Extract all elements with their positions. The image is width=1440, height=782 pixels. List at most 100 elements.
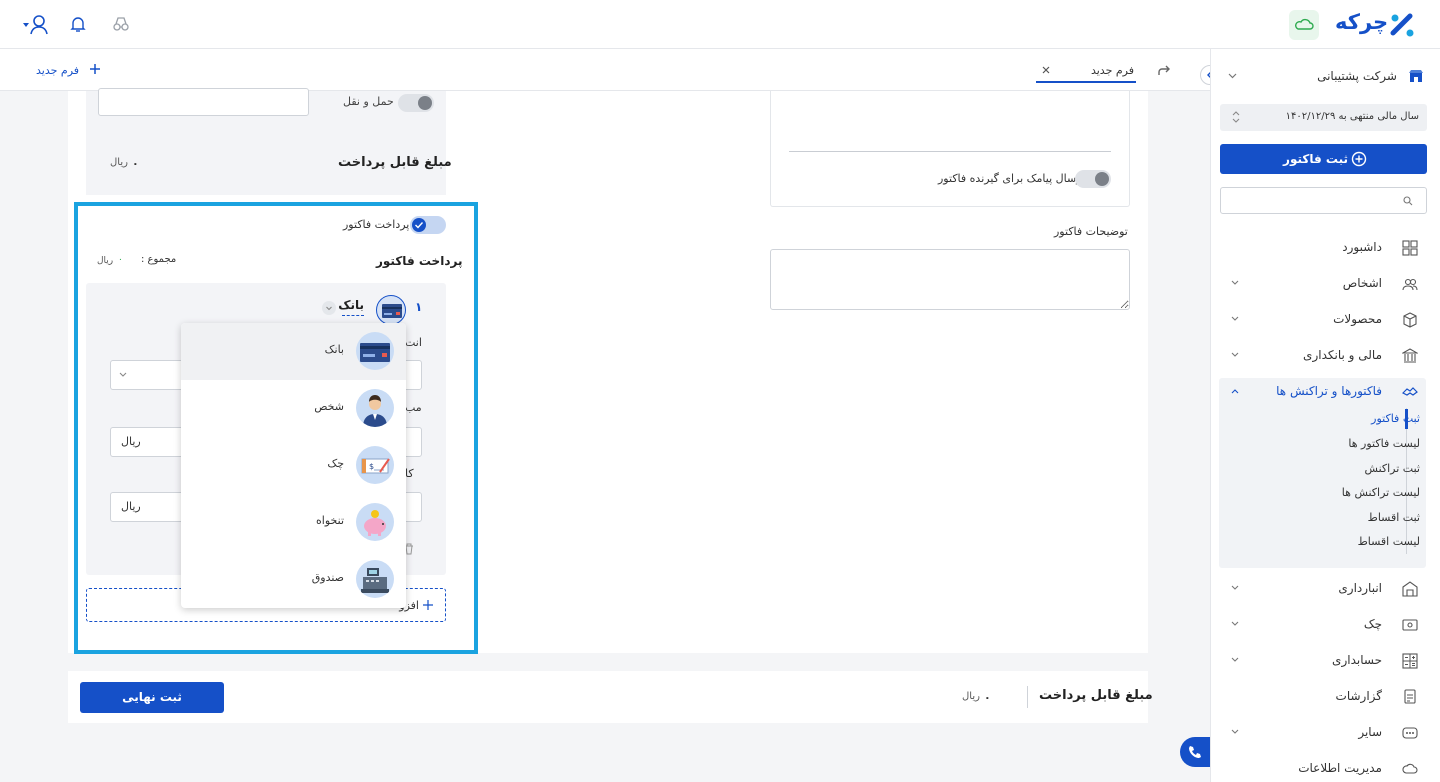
bottom-payable-label: مبلغ قابل پرداخت: [1039, 688, 1153, 703]
chevron-down-icon: [1231, 729, 1239, 737]
chevron-down-icon: [119, 372, 127, 378]
user-icon[interactable]: [22, 14, 50, 36]
field-label-fragment: مب: [405, 401, 422, 414]
sidebar-item-dashboard[interactable]: داشبورد: [1219, 232, 1426, 264]
fiscal-year: سال مالی منتهی به ۱۴۰۲/۱۲/۲۹: [1285, 111, 1419, 122]
dropdown-option-person[interactable]: شخص: [181, 380, 406, 437]
submenu-installment-list[interactable]: لیست اقساط: [1330, 535, 1420, 548]
tab-bar: فرم جدید فرم جدید: [0, 49, 1220, 91]
sidebar-item-data-management[interactable]: مدیریت اطلاعات: [1219, 753, 1426, 782]
option-label: چک: [327, 457, 344, 470]
box-icon: [1402, 312, 1418, 328]
total-currency: ریال: [97, 256, 114, 266]
amount-currency: ریال: [121, 435, 141, 448]
sidebar-item-invoices[interactable]: فاکتورها و تراکنش ها: [1219, 376, 1426, 408]
people-icon: [1402, 276, 1418, 292]
chevron-down-icon: [1231, 621, 1239, 629]
fee-currency: ریال: [121, 500, 141, 513]
method-selected: بانک: [338, 298, 364, 312]
sidebar-item-label: فاکتورها و تراکنش ها: [1276, 384, 1382, 398]
plus-icon: [89, 63, 101, 75]
row-number: ۱: [415, 300, 423, 314]
field-label-fragment: کا: [405, 467, 414, 480]
cloud-sync-icon[interactable]: [1289, 10, 1319, 40]
redo-icon[interactable]: [1157, 65, 1171, 77]
close-icon[interactable]: [1042, 66, 1050, 74]
report-icon: [1402, 689, 1418, 705]
submenu-register-invoice[interactable]: ثبت فاکتور: [1330, 412, 1420, 425]
more-icon: [1402, 725, 1418, 741]
sidebar-item-cheque[interactable]: چک: [1219, 609, 1426, 641]
new-form-label: فرم جدید: [36, 64, 80, 77]
handshake-icon: [1402, 384, 1418, 400]
bank-card-icon: [356, 332, 394, 370]
phone-icon: [1187, 744, 1203, 760]
sidebar-item-other[interactable]: سایر: [1219, 717, 1426, 749]
final-submit-label: ثبت نهایی: [122, 690, 182, 704]
support-call-button[interactable]: [1180, 737, 1210, 767]
chevron-down-icon: [1231, 585, 1239, 593]
chevron-down-icon: [1231, 657, 1239, 665]
option-label: شخص: [314, 400, 344, 413]
submenu-invoice-list[interactable]: لیست فاکتور ها: [1330, 437, 1420, 450]
company-name: شرکت پشتیبانی: [1317, 69, 1397, 83]
glasses-icon[interactable]: [113, 16, 129, 32]
submenu-transaction-list[interactable]: لیست تراکنش ها: [1330, 486, 1420, 499]
notes-textarea[interactable]: [770, 249, 1130, 310]
chevron-down-icon[interactable]: [322, 301, 336, 315]
add-circle-icon: [1351, 151, 1367, 167]
method-select[interactable]: بانک: [338, 298, 364, 316]
sidebar-search[interactable]: [1220, 187, 1427, 214]
fiscal-year-selector[interactable]: سال مالی منتهی به ۱۴۰۲/۱۲/۲۹: [1220, 104, 1427, 131]
sidebar-item-label: اشخاص: [1342, 276, 1382, 290]
sidebar-item-reports[interactable]: گزارشات: [1219, 681, 1426, 713]
chevron-down-icon: [1231, 316, 1239, 324]
bank-icon: [1402, 348, 1418, 364]
final-submit-button[interactable]: ثبت نهایی: [80, 682, 224, 713]
sidebar-item-label: محصولات: [1333, 312, 1382, 326]
sidebar-item-finance[interactable]: مالی و بانکداری: [1219, 340, 1426, 372]
sms-toggle[interactable]: [1075, 170, 1111, 188]
cheque-icon: $: [356, 446, 394, 484]
payable-label: مبلغ قابل پرداخت: [338, 155, 452, 170]
sidebar-item-products[interactable]: محصولات: [1219, 304, 1426, 336]
sidebar-item-label: چک: [1363, 617, 1382, 631]
search-input[interactable]: [1245, 188, 1420, 213]
svg-text:$: $: [369, 462, 374, 471]
payment-title: پرداخت فاکتور: [376, 254, 463, 268]
payment-toggle-label: پرداخت فاکتور: [343, 218, 410, 231]
dropdown-option-cheque[interactable]: چک $: [181, 437, 406, 494]
sort-icon: [1232, 111, 1240, 123]
sidebar-item-people[interactable]: اشخاص: [1219, 268, 1426, 300]
bank-card-icon: [376, 295, 406, 325]
tab-new-form[interactable]: فرم جدید: [1036, 57, 1136, 83]
divider: [789, 151, 1111, 152]
option-label: تنخواه: [316, 514, 344, 527]
calculator-icon: [1402, 653, 1418, 669]
dropdown-option-cash-box[interactable]: صندوق: [181, 551, 406, 608]
register-invoice-button[interactable]: ثبت فاکتور: [1220, 144, 1427, 174]
dropdown-option-bank[interactable]: بانک: [181, 323, 406, 380]
shipping-label: حمل و نقل: [343, 95, 394, 108]
person-icon: [356, 389, 394, 427]
dropdown-option-petty-cash[interactable]: تنخواه: [181, 494, 406, 551]
store-icon: [1408, 68, 1424, 84]
search-icon: [1403, 196, 1413, 206]
payment-toggle[interactable]: [410, 216, 446, 234]
sms-label: ارسال پیامک برای گیرنده فاکتور: [938, 172, 1085, 185]
sidebar-item-accounting[interactable]: حسابداری: [1219, 645, 1426, 677]
submenu-register-transaction[interactable]: ثبت تراکنش: [1330, 462, 1420, 475]
register-invoice-label: ثبت فاکتور: [1283, 152, 1348, 166]
sidebar-item-label: مدیریت اطلاعات: [1298, 761, 1382, 775]
shipping-cost-input[interactable]: [98, 88, 309, 116]
company-selector[interactable]: شرکت پشتیبانی: [1220, 61, 1427, 91]
shipping-toggle[interactable]: [398, 94, 434, 112]
new-form-button[interactable]: فرم جدید: [36, 62, 106, 80]
bell-icon[interactable]: [70, 15, 86, 33]
cheque-icon: [1402, 617, 1418, 633]
check-icon: [412, 218, 426, 232]
cloud-settings-icon: [1402, 761, 1418, 777]
submenu-register-installments[interactable]: ثبت اقساط: [1330, 511, 1420, 524]
sidebar-item-warehouse[interactable]: انبارداری: [1219, 573, 1426, 605]
chevron-up-icon: [1231, 388, 1239, 396]
